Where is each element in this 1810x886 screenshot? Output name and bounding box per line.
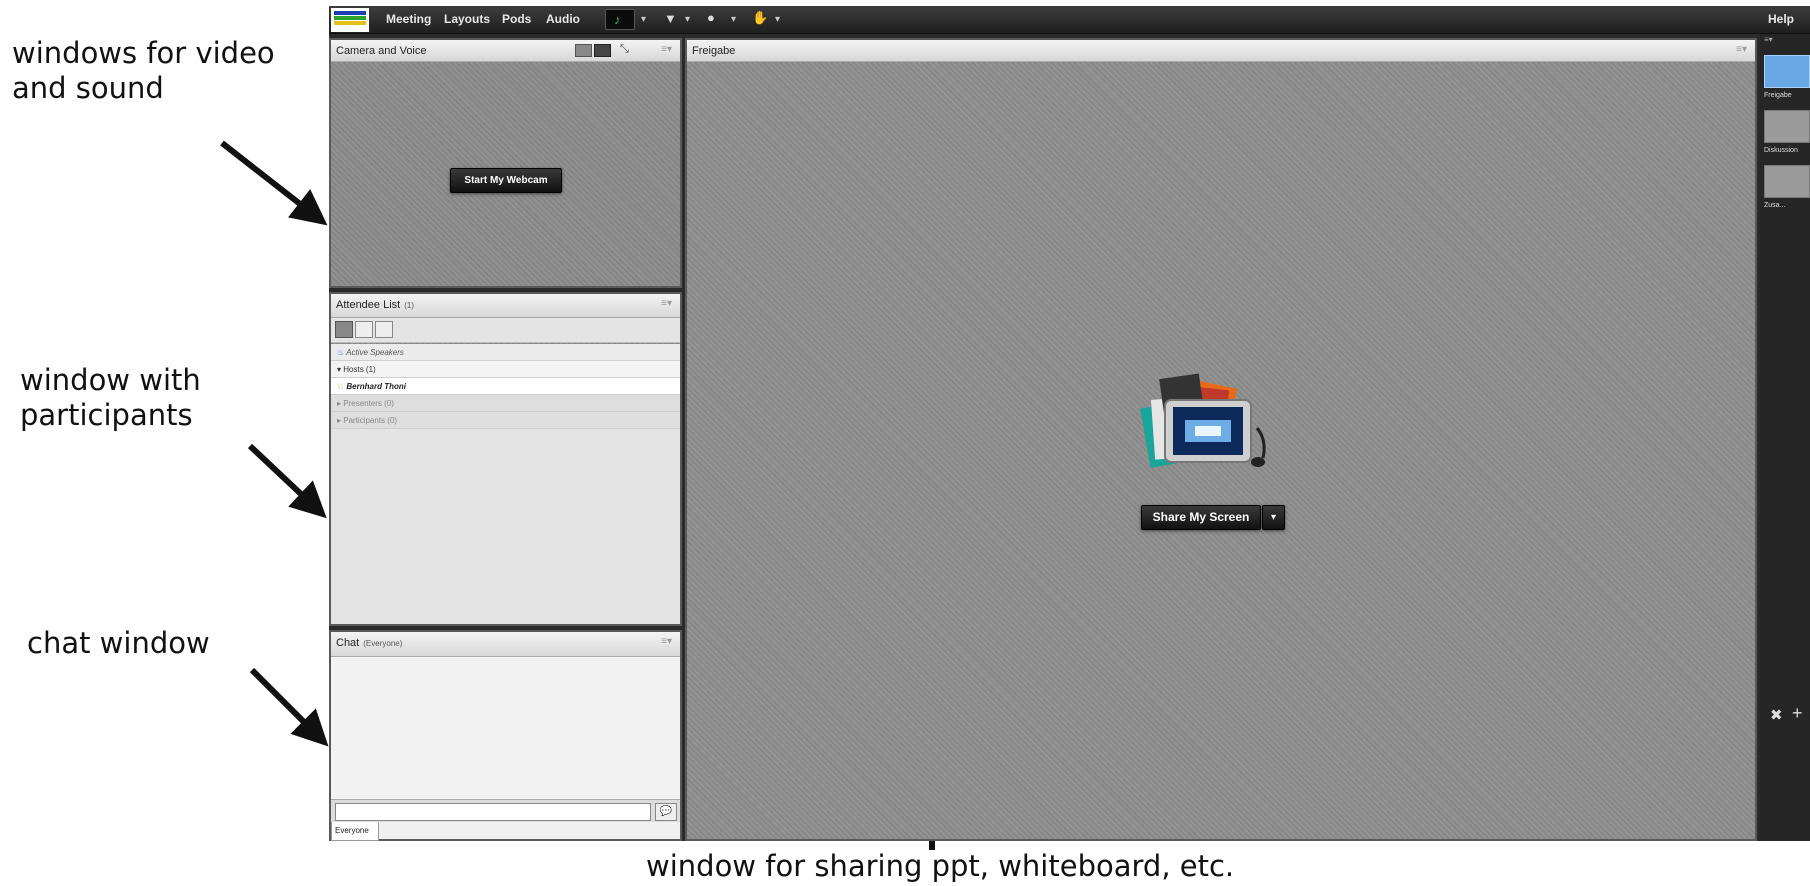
collapsed-arrow-icon: ▸ xyxy=(337,399,342,408)
single-view-icon[interactable] xyxy=(594,44,611,57)
attendee-count: (1) xyxy=(404,301,414,310)
attendee-list-pod: Attendee List (1) ≡▾ ♨ Active Speakers ▾ … xyxy=(329,292,682,626)
chat-tab-everyone[interactable]: Everyone xyxy=(331,822,379,841)
annotation-participants: window with participants xyxy=(20,363,201,434)
host-icon: ♘ xyxy=(337,382,345,391)
menu-pods[interactable]: Pods xyxy=(502,12,531,26)
fullscreen-icon[interactable]: ⤡ xyxy=(620,43,629,56)
chat-scope: (Everyone) xyxy=(363,639,403,648)
menu-layouts[interactable]: Layouts xyxy=(444,12,490,26)
annotation-video-sound: windows for video and sound xyxy=(12,36,275,107)
layout-thumb-zusa[interactable] xyxy=(1764,165,1810,198)
camera-voice-pod: Camera and Voice ⤡ ≡▾ Start My Webcam xyxy=(329,38,682,288)
grid-view-icon[interactable] xyxy=(355,321,373,338)
raise-hand-icon[interactable]: ✋ xyxy=(752,10,768,26)
active-speakers-label: Active Speakers xyxy=(346,348,404,357)
layout-label-diskussion: Diskussion xyxy=(1764,147,1798,154)
attendee-title-text: Attendee List xyxy=(336,299,401,311)
annotation-video-sound-line1: windows for video xyxy=(12,36,275,70)
layout-thumb-freigabe[interactable] xyxy=(1764,55,1810,88)
share-my-screen-control: Share My Screen ▾ xyxy=(1141,505,1285,530)
layouts-rail: ≡▾ Freigabe Diskussion Zusa... ✖ + xyxy=(1760,34,1810,841)
attendee-empty-area xyxy=(331,429,680,624)
annotation-video-sound-line2: and sound xyxy=(12,71,164,106)
hosts-label: Hosts (1) xyxy=(343,365,376,374)
pod-options-icon[interactable]: ≡▾ xyxy=(1736,44,1747,55)
role-view-icon[interactable] xyxy=(375,321,393,338)
start-webcam-button[interactable]: Start My Webcam xyxy=(450,168,562,193)
menubar: Meeting Layouts Pods Audio ♪ ▾ ▼ ▾ ● ▾ ✋… xyxy=(329,6,1810,34)
list-view-icon[interactable] xyxy=(335,321,353,338)
speaker-row-icon: ♨ xyxy=(337,348,345,357)
grid-view-icon[interactable] xyxy=(575,44,592,57)
menu-meeting[interactable]: Meeting xyxy=(386,12,431,26)
presenters-group-row[interactable]: ▸ Presenters (0) xyxy=(331,395,680,412)
arrow-to-attendees xyxy=(247,443,327,519)
speaker-dropdown-icon[interactable]: ▾ xyxy=(641,14,646,25)
send-message-button[interactable]: 💬 xyxy=(655,803,677,821)
menu-audio[interactable]: Audio xyxy=(546,12,580,26)
menu-help[interactable]: Help xyxy=(1768,12,1794,26)
presenters-label: Presenters (0) xyxy=(343,399,394,408)
share-my-screen-button[interactable]: Share My Screen xyxy=(1141,505,1261,530)
layout-label-freigabe: Freigabe xyxy=(1764,92,1792,99)
pod-options-icon[interactable]: ≡▾ xyxy=(661,636,672,647)
annotation-chat: chat window xyxy=(27,626,210,660)
share-pod-header: Freigabe ≡▾ xyxy=(687,40,1755,62)
share-pod-title: Freigabe xyxy=(692,45,736,57)
share-content-illustration-icon xyxy=(1140,373,1266,468)
participants-label: Participants (0) xyxy=(343,416,398,425)
share-dropdown-button[interactable]: ▾ xyxy=(1262,505,1285,530)
attendee-pod-title: Attendee List (1) xyxy=(336,299,414,311)
attendee-row[interactable]: ♘ Bernhard Thoni xyxy=(331,378,680,395)
add-layout-icon[interactable]: + xyxy=(1792,703,1803,724)
active-speakers-row: ♨ Active Speakers xyxy=(331,344,680,361)
annotation-participants-line1: window with xyxy=(20,363,201,397)
expand-arrow-icon: ▾ xyxy=(337,365,342,374)
layout-thumb-diskussion[interactable] xyxy=(1764,110,1810,143)
chat-pod: Chat (Everyone) ≡▾ 💬 Everyone xyxy=(329,630,682,841)
share-pod: Freigabe ≡▾ Share My Screen ▾ xyxy=(685,38,1757,841)
rail-menu-icon[interactable]: ≡▾ xyxy=(1764,35,1773,44)
attendee-pod-header: Attendee List (1) ≡▾ xyxy=(331,294,680,318)
microphone-icon[interactable]: ▼ xyxy=(664,11,677,26)
chat-pod-title: Chat (Everyone) xyxy=(336,637,402,649)
layout-label-zusa: Zusa... xyxy=(1764,202,1786,209)
microphone-dropdown-icon[interactable]: ▾ xyxy=(685,14,690,25)
annotation-sharing: window for sharing ppt, whiteboard, etc. xyxy=(646,849,1235,883)
chat-message-input[interactable] xyxy=(335,803,651,821)
chevron-down-icon: ▾ xyxy=(1270,512,1277,523)
pod-options-icon[interactable]: ≡▾ xyxy=(661,298,672,309)
participants-group-row[interactable]: ▸ Participants (0) xyxy=(331,412,680,429)
speaker-icon: ♪ xyxy=(614,12,621,27)
connect-meeting-window: Meeting Layouts Pods Audio ♪ ▾ ▼ ▾ ● ▾ ✋… xyxy=(329,6,1810,841)
chat-title-text: Chat xyxy=(336,637,360,649)
hosts-group-row[interactable]: ▾ Hosts (1) xyxy=(331,361,680,378)
arrow-to-camera xyxy=(220,140,328,226)
arrow-to-chat xyxy=(249,667,329,747)
app-logo xyxy=(331,8,369,32)
camera-pod-header: Camera and Voice ⤡ ≡▾ xyxy=(331,40,680,62)
close-icon[interactable]: ✖ xyxy=(1770,706,1783,724)
webcam-dropdown-icon[interactable]: ▾ xyxy=(731,14,736,25)
chat-pod-header: Chat (Everyone) ≡▾ xyxy=(331,632,680,657)
collapsed-arrow-icon: ▸ xyxy=(337,416,342,425)
chat-input-bar: 💬 xyxy=(331,799,680,822)
status-dropdown-icon[interactable]: ▾ xyxy=(775,14,780,25)
camera-pod-title: Camera and Voice xyxy=(336,45,427,57)
speech-bubble-icon: 💬 xyxy=(659,806,673,817)
chat-messages-area xyxy=(331,657,680,799)
attendee-name: Bernhard Thoni xyxy=(346,382,406,391)
webcam-icon[interactable]: ● xyxy=(707,10,715,25)
attendee-view-toolbar xyxy=(331,318,680,343)
speaker-button[interactable]: ♪ xyxy=(605,9,635,30)
pod-options-icon[interactable]: ≡▾ xyxy=(661,44,672,55)
annotation-participants-line2: participants xyxy=(20,398,193,433)
